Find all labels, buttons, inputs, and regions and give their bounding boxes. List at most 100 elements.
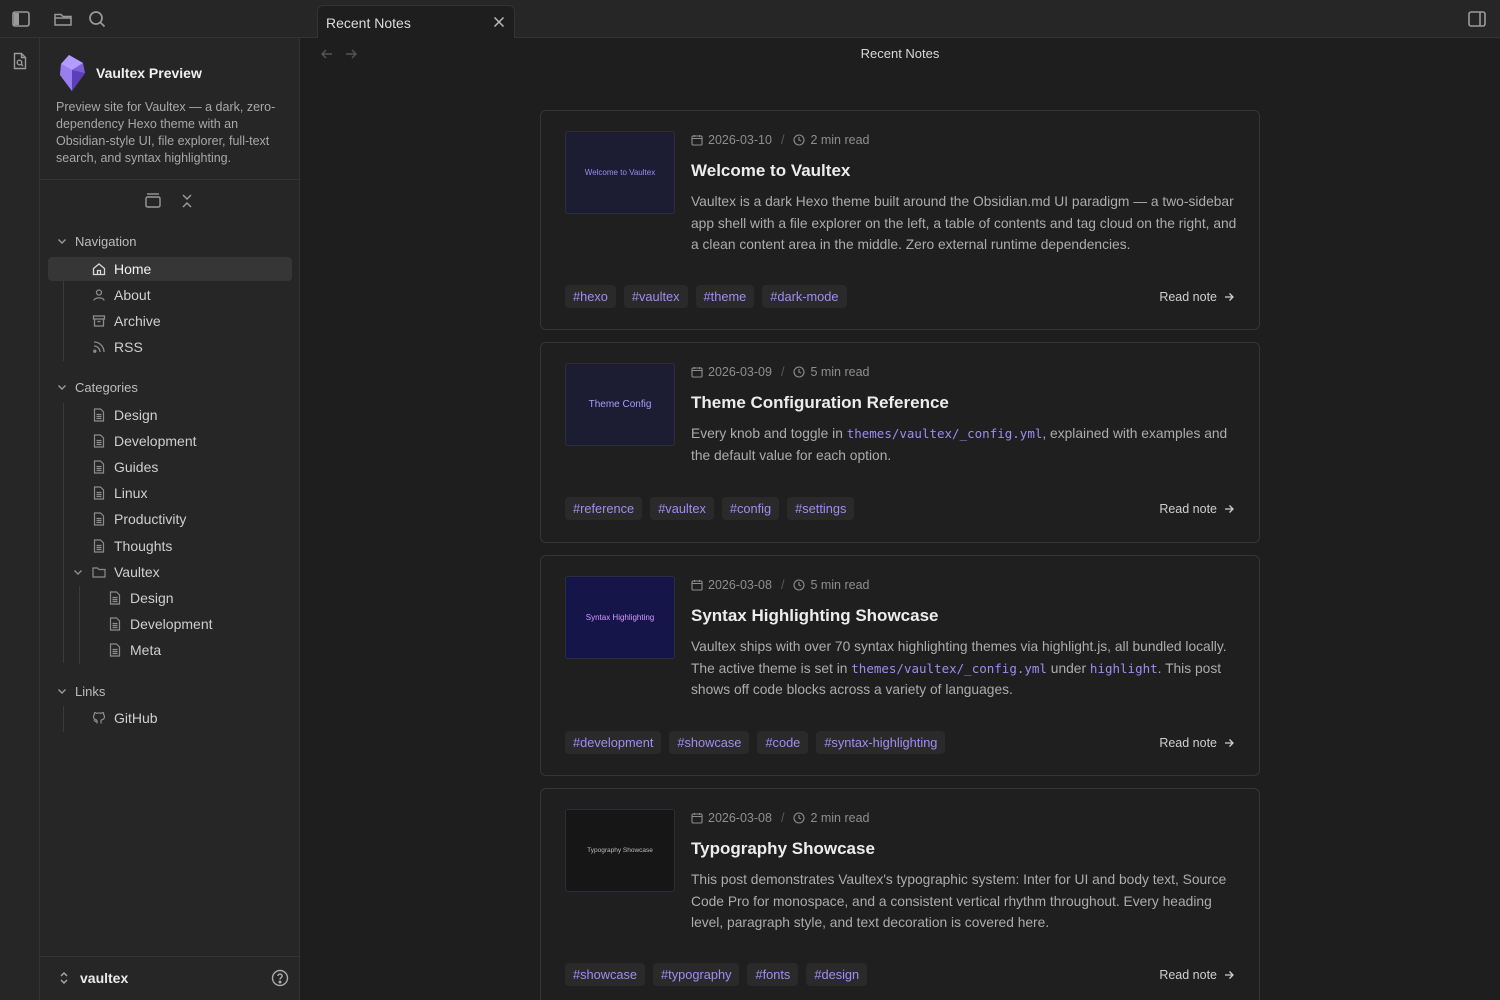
note-read-time: 5 min read <box>810 365 870 379</box>
tree-guide <box>79 586 80 664</box>
tag-list: #development #showcase #code #syntax-hig… <box>565 731 946 754</box>
read-note-link[interactable]: Read note <box>1159 968 1235 982</box>
tag[interactable]: #development <box>565 731 662 754</box>
note-meta: 2026-03-08 / 2 min read <box>691 811 870 825</box>
tag[interactable]: #theme <box>695 285 755 308</box>
read-note-label: Read note <box>1159 736 1217 750</box>
collapse-all-icon[interactable] <box>178 192 196 210</box>
category-vaultex-meta[interactable]: Meta <box>108 638 161 662</box>
category-vaultex-design[interactable]: Design <box>108 586 174 610</box>
category-label: Productivity <box>114 511 187 527</box>
folder-icon[interactable] <box>53 9 73 29</box>
tag[interactable]: #reference <box>565 497 643 520</box>
note-title[interactable]: Theme Configuration Reference <box>691 393 949 413</box>
note-date: 2026-03-10 <box>708 133 772 147</box>
file-explorer-sidebar: Vaultex Preview Preview site for Vaultex… <box>40 38 300 1000</box>
note-card: Syntax Highlighting 2026-03-08 / 5 min r… <box>540 555 1260 776</box>
note-title[interactable]: Typography Showcase <box>691 839 875 859</box>
category-label: Design <box>114 407 158 423</box>
category-productivity[interactable]: Productivity <box>92 507 186 531</box>
read-note-label: Read note <box>1159 502 1217 516</box>
tag[interactable]: #typography <box>653 963 740 986</box>
note-excerpt: Vaultex is a dark Hexo theme built aroun… <box>691 194 1237 252</box>
category-vaultex-development[interactable]: Development <box>108 612 213 636</box>
category-thoughts[interactable]: Thoughts <box>92 534 172 558</box>
section-label: Categories <box>75 379 138 395</box>
nav-item-label: About <box>114 287 151 303</box>
section-links[interactable]: Links <box>56 680 105 702</box>
tag[interactable]: #dark-mode <box>762 285 847 308</box>
link-github[interactable]: GitHub <box>92 706 158 730</box>
category-linux[interactable]: Linux <box>92 481 147 505</box>
clock-icon <box>793 134 805 146</box>
github-icon <box>92 711 106 725</box>
clock-icon <box>793 366 805 378</box>
tab-recent-notes[interactable]: Recent Notes <box>317 5 515 39</box>
tag[interactable]: #hexo <box>565 285 616 308</box>
site-title[interactable]: Vaultex Preview <box>96 65 202 81</box>
category-development[interactable]: Development <box>92 429 197 453</box>
read-note-link[interactable]: Read note <box>1159 502 1235 516</box>
read-note-label: Read note <box>1159 290 1217 304</box>
toggle-right-sidebar-icon[interactable] <box>1467 9 1487 29</box>
section-categories[interactable]: Categories <box>56 376 138 398</box>
chevron-down-icon <box>56 381 68 393</box>
chevron-down-icon <box>72 566 84 578</box>
help-icon[interactable] <box>271 969 289 987</box>
reveal-active-file-icon[interactable] <box>144 192 162 210</box>
meta-separator: / <box>780 811 785 825</box>
nav-item-about[interactable]: About <box>92 283 151 307</box>
close-icon[interactable] <box>492 15 506 29</box>
note-thumbnail[interactable]: Syntax Highlighting <box>565 576 675 659</box>
arrow-right-icon <box>1223 503 1235 515</box>
file-icon <box>92 512 106 526</box>
folder-vaultex[interactable]: Vaultex <box>72 560 160 584</box>
tag[interactable]: #design <box>806 963 868 986</box>
title-bar: Recent Notes <box>0 0 1500 39</box>
tag[interactable]: #fonts <box>747 963 799 986</box>
meta-separator: / <box>780 365 785 379</box>
vault-name[interactable]: vaultex <box>80 970 128 986</box>
tag[interactable]: #syntax-highlighting <box>816 731 946 754</box>
nav-item-rss[interactable]: RSS <box>92 335 143 359</box>
note-date: 2026-03-09 <box>708 365 772 379</box>
chevron-up-down-icon[interactable] <box>57 971 71 985</box>
file-icon <box>92 486 106 500</box>
note-title[interactable]: Syntax Highlighting Showcase <box>691 606 938 626</box>
rss-icon <box>92 340 106 354</box>
note-thumbnail[interactable]: Typography Showcase <box>565 809 675 892</box>
note-date: 2026-03-08 <box>708 811 772 825</box>
inline-code: highlight <box>1089 660 1158 676</box>
toggle-left-sidebar-icon[interactable] <box>11 9 31 29</box>
link-label: GitHub <box>114 710 158 726</box>
read-note-link[interactable]: Read note <box>1159 290 1235 304</box>
section-label: Links <box>75 683 106 699</box>
file-search-icon[interactable] <box>11 52 29 70</box>
category-design[interactable]: Design <box>92 403 158 427</box>
tag[interactable]: #config <box>721 497 780 520</box>
note-card: Theme Config 2026-03-09 / 5 min read The… <box>540 342 1260 543</box>
nav-item-label: Archive <box>114 313 161 329</box>
tag[interactable]: #showcase <box>565 963 646 986</box>
folder-icon <box>92 565 106 579</box>
tag[interactable]: #vaultex <box>623 285 688 308</box>
note-thumbnail[interactable]: Theme Config <box>565 363 675 446</box>
file-icon <box>108 643 122 657</box>
nav-item-archive[interactable]: Archive <box>92 309 161 333</box>
search-icon[interactable] <box>87 9 107 29</box>
nav-item-home[interactable]: Home <box>48 257 292 281</box>
nav-item-label: Home <box>114 261 152 277</box>
section-navigation[interactable]: Navigation <box>56 230 136 252</box>
category-guides[interactable]: Guides <box>92 455 158 479</box>
note-title[interactable]: Welcome to Vaultex <box>691 161 850 181</box>
note-thumbnail[interactable]: Welcome to Vaultex <box>565 131 675 214</box>
section-label: Navigation <box>75 233 137 249</box>
calendar-icon <box>691 579 703 591</box>
tag[interactable]: #settings <box>787 497 855 520</box>
calendar-icon <box>691 812 703 824</box>
read-note-link[interactable]: Read note <box>1159 736 1235 750</box>
tag[interactable]: #code <box>757 731 809 754</box>
tag[interactable]: #vaultex <box>650 497 714 520</box>
tag[interactable]: #showcase <box>669 731 750 754</box>
file-icon <box>92 408 106 422</box>
